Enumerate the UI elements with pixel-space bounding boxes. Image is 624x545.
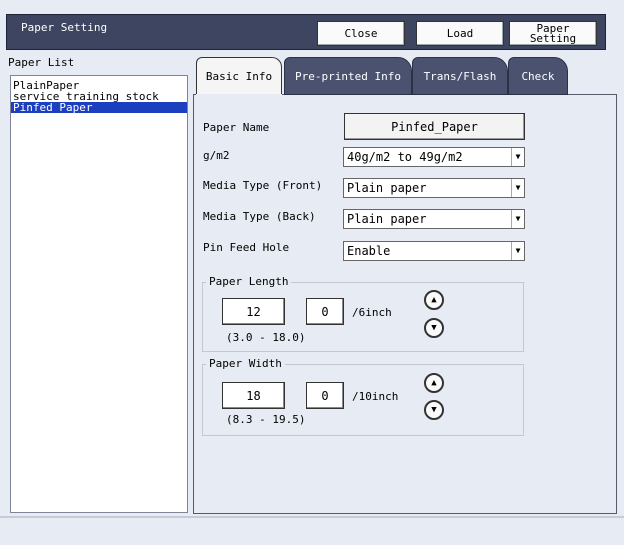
paper-name-label: Paper Name	[203, 121, 270, 134]
list-item[interactable]: PlainPaper	[11, 80, 187, 91]
arrow-down-icon: ▼	[431, 405, 437, 415]
paper-setting-button[interactable]: Paper Setting	[509, 21, 597, 46]
list-item-selected[interactable]: Pinfed_Paper	[11, 102, 187, 113]
paper-width-up-button[interactable]: ▲	[424, 373, 444, 393]
arrow-up-icon: ▲	[431, 378, 437, 388]
tab-basic-info[interactable]: Basic Info	[196, 57, 282, 95]
media-back-dropdown[interactable]: Plain paper ▼	[343, 209, 525, 229]
media-front-label: Media Type (Front)	[203, 179, 323, 192]
paper-list[interactable]: PlainPaper service_training_stock Pinfed…	[10, 75, 188, 513]
close-button[interactable]: Close	[317, 21, 405, 46]
paper-width-down-button[interactable]: ▼	[424, 400, 444, 420]
media-front-value: Plain paper	[347, 181, 427, 195]
bottom-bar	[0, 516, 624, 545]
paper-width-whole-input[interactable]: 18	[222, 382, 285, 409]
pin-feed-value: Enable	[347, 244, 391, 258]
paper-width-label: Paper Width	[206, 357, 285, 370]
pin-feed-dropdown[interactable]: Enable ▼	[343, 241, 525, 261]
media-back-label: Media Type (Back)	[203, 210, 316, 223]
chevron-down-icon: ▼	[511, 148, 524, 166]
media-front-dropdown[interactable]: Plain paper ▼	[343, 178, 525, 198]
paper-length-up-button[interactable]: ▲	[424, 290, 444, 310]
paper-setting-line2: Setting	[529, 31, 577, 45]
paper-list-label: Paper List	[8, 56, 75, 69]
tab-trans-flash[interactable]: Trans/Flash	[412, 57, 508, 95]
gm2-label: g/m2	[203, 149, 230, 162]
paper-width-unit: /10inch	[352, 390, 399, 403]
paper-length-down-button[interactable]: ▼	[424, 318, 444, 338]
title-bar: Paper Setting Close Load Paper Setting	[6, 14, 606, 50]
chevron-down-icon: ▼	[511, 242, 524, 260]
paper-length-range: (3.0 - 18.0)	[226, 331, 306, 344]
tab-pre-printed-info[interactable]: Pre-printed Info	[284, 57, 412, 95]
window-title: Paper Setting	[21, 21, 108, 34]
chevron-down-icon: ▼	[511, 210, 524, 228]
arrow-down-icon: ▼	[431, 323, 437, 333]
paper-width-fraction-input[interactable]: 0	[306, 382, 344, 409]
active-tab-joiner	[196, 94, 282, 97]
gm2-value: 40g/m2 to 49g/m2	[347, 150, 463, 164]
pin-feed-label: Pin Feed Hole	[203, 241, 290, 254]
media-back-value: Plain paper	[347, 212, 427, 226]
list-item[interactable]: service_training_stock	[11, 91, 187, 102]
paper-length-label: Paper Length	[206, 275, 292, 288]
load-button[interactable]: Load	[416, 21, 504, 46]
paper-length-fraction-input[interactable]: 0	[306, 298, 344, 325]
paper-length-whole-input[interactable]: 12	[222, 298, 285, 325]
gm2-dropdown[interactable]: 40g/m2 to 49g/m2 ▼	[343, 147, 525, 167]
paper-length-unit: /6inch	[352, 306, 392, 319]
paper-name-button[interactable]: Pinfed_Paper	[344, 113, 525, 140]
chevron-down-icon: ▼	[511, 179, 524, 197]
tab-check[interactable]: Check	[508, 57, 568, 95]
paper-width-range: (8.3 - 19.5)	[226, 413, 306, 426]
arrow-up-icon: ▲	[431, 295, 437, 305]
